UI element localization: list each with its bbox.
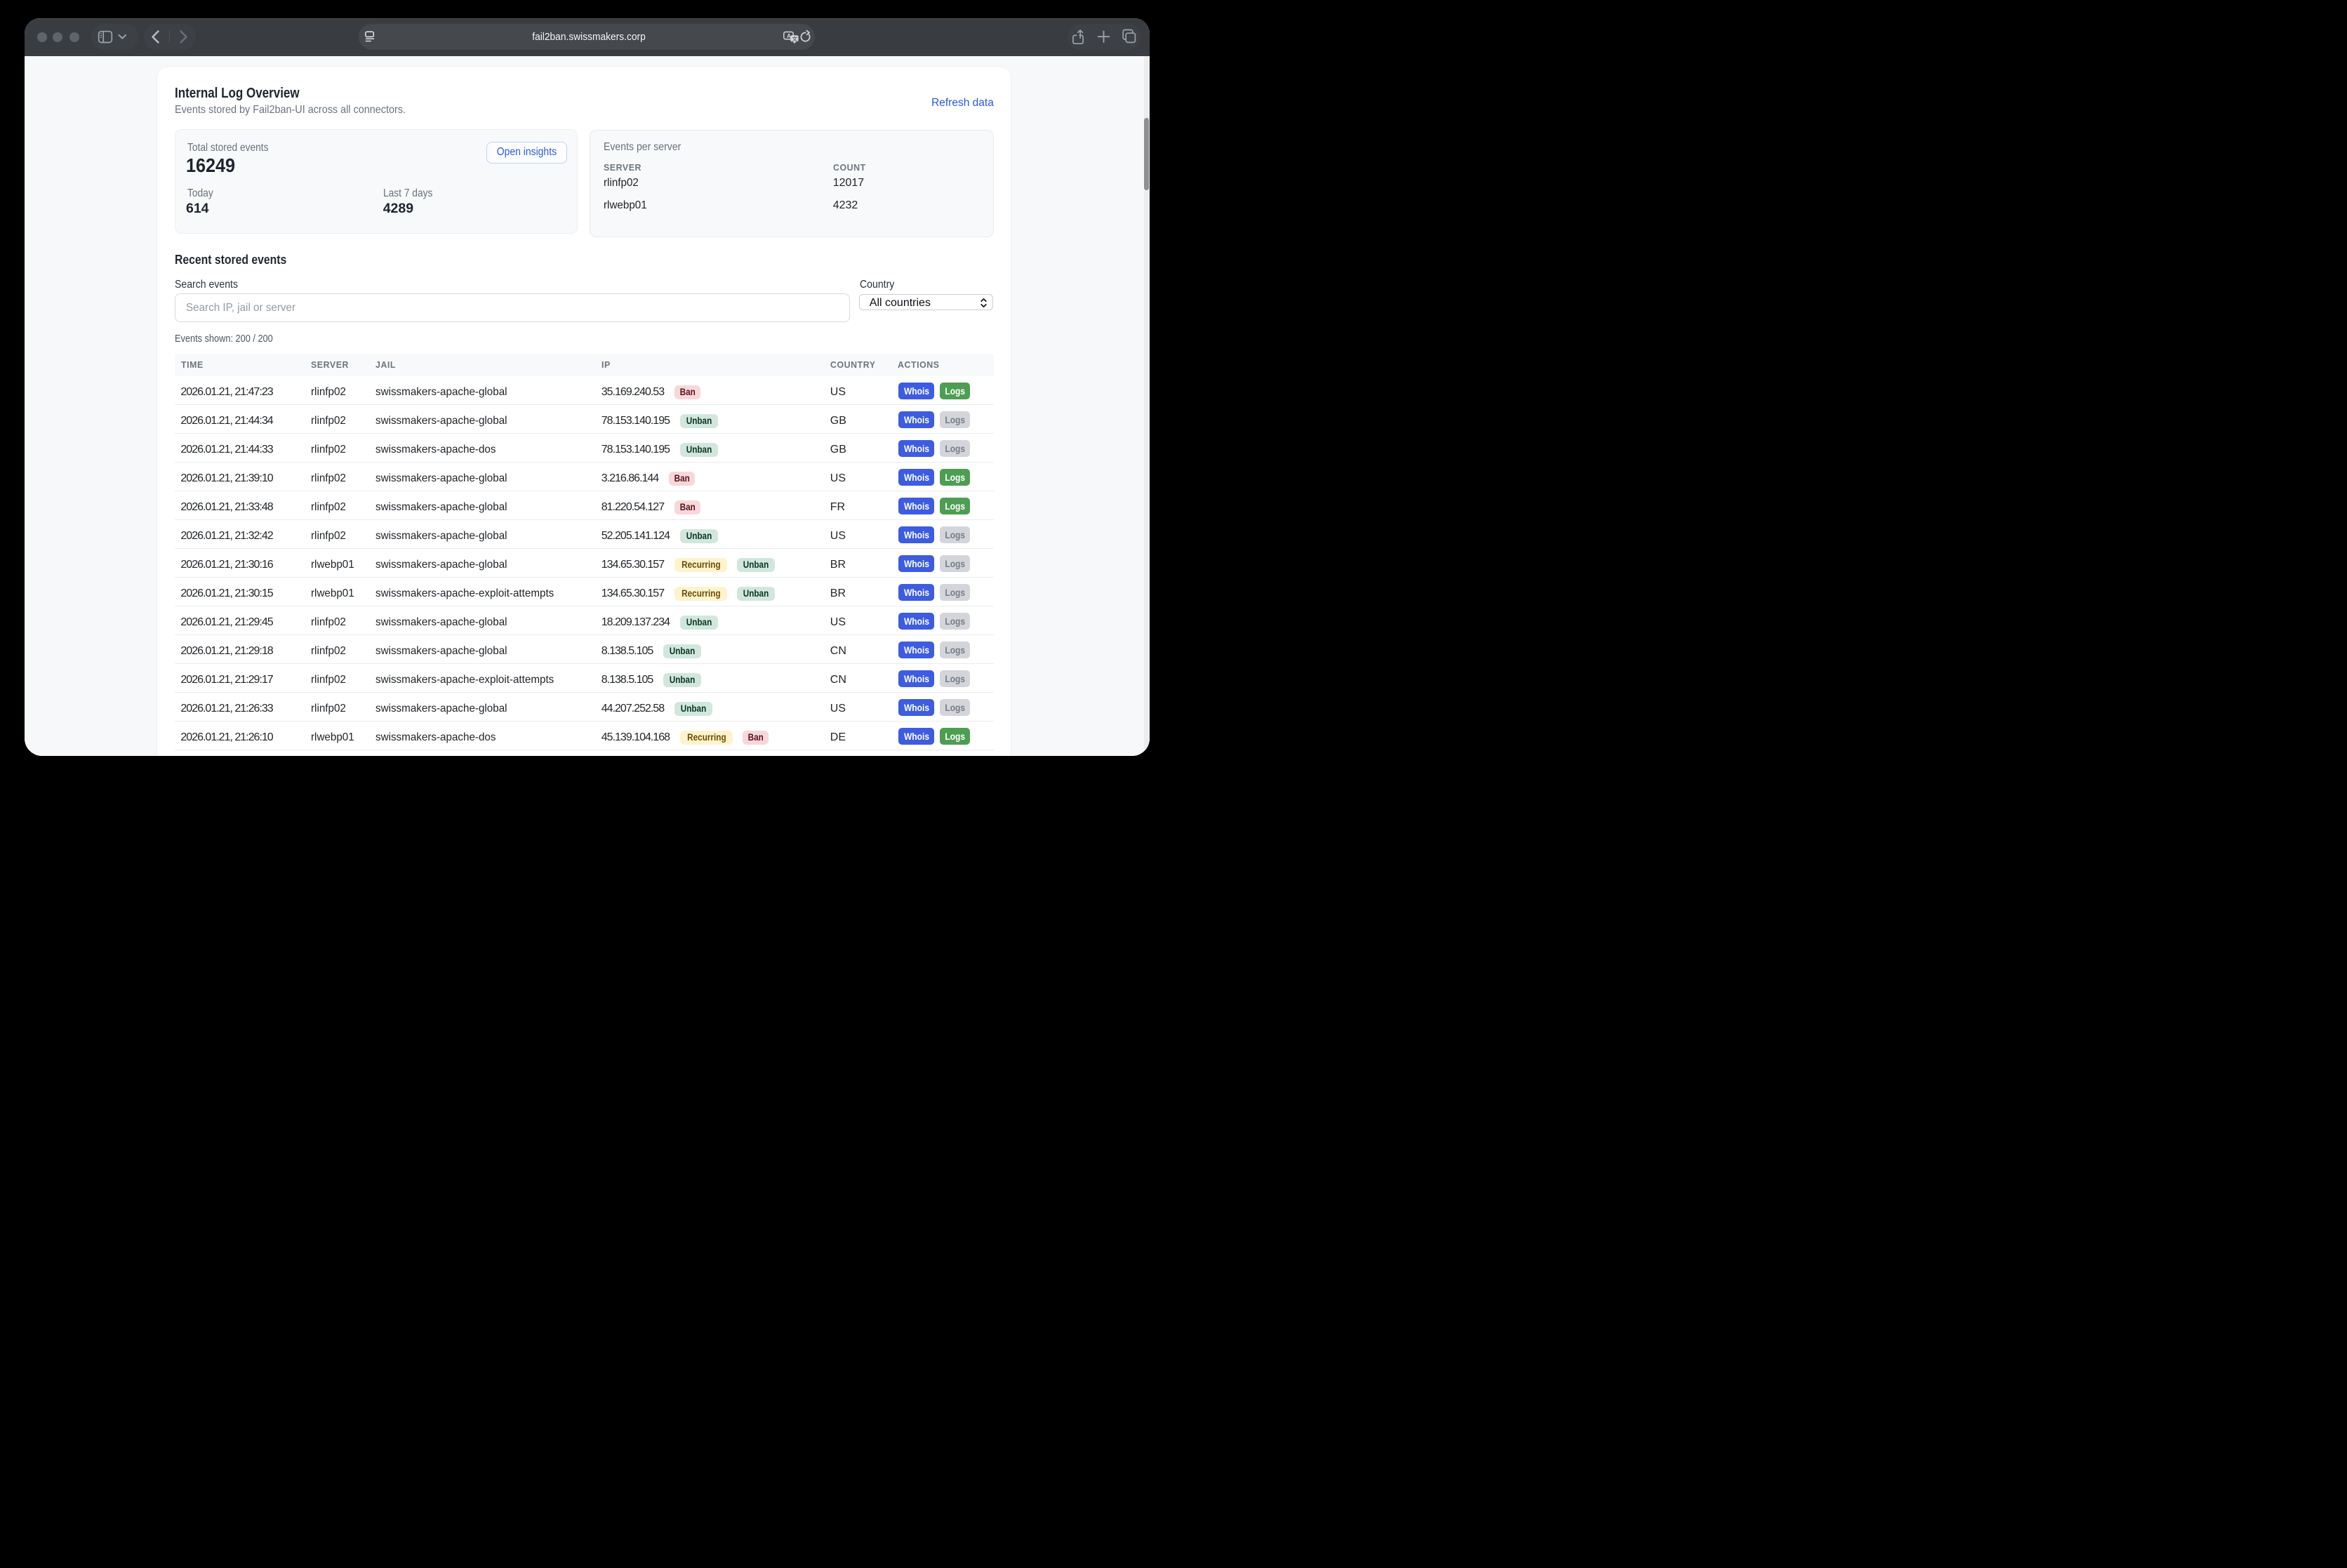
svg-text:文: 文 (792, 35, 798, 42)
